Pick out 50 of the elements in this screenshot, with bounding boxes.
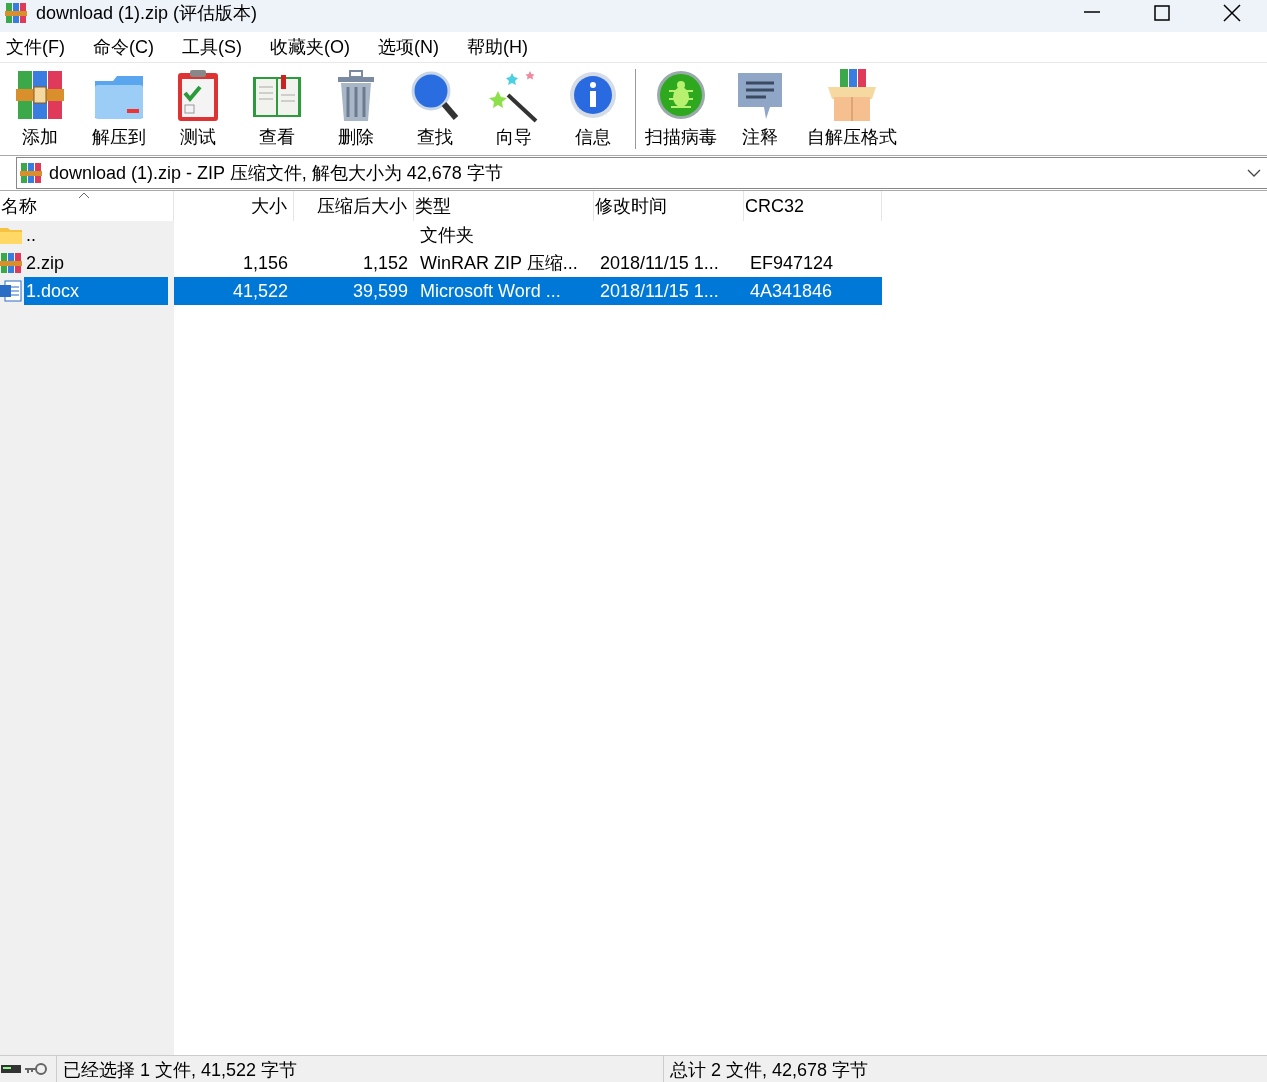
column-header[interactable]: 压缩后大小 [294,191,414,221]
menu-item[interactable]: 选项(N) [372,35,450,59]
toolbar-button[interactable]: 信息 [553,67,632,149]
table-cell-text: 1,152 [361,251,409,275]
drive-icon [0,1063,22,1075]
table-cell: Microsoft Word ... [414,277,594,305]
close-icon[interactable] [1220,4,1244,22]
menu-item[interactable]: 收藏夹(O) [264,35,361,59]
column-header[interactable]: 类型 [414,191,594,221]
menu-item[interactable]: 命令(C) [87,35,165,59]
file-name[interactable]: .. [24,221,40,249]
archive-books-icon [0,252,22,274]
table-cell-text: WinRAR ZIP 压缩... [419,252,579,275]
column-header[interactable]: 大小 [174,191,294,221]
table-cell: 2018/11/15 1... [594,277,744,305]
file-name[interactable]: 1.docx [24,277,168,305]
word-document-icon [0,280,22,302]
menu-item[interactable]: 工具(S) [176,35,253,59]
menu-item[interactable]: 帮助(H) [461,35,539,59]
toolbar-button[interactable]: 自解压格式 [799,67,905,149]
address-field[interactable]: download (1).zip - ZIP 压缩文件, 解包大小为 42,678 字节 [16,157,1267,189]
table-cell-text: 2018/11/15 1... [599,251,720,275]
box-with-books-icon [826,67,878,123]
dropdown-caret-icon [1247,168,1261,178]
toolbar-button[interactable]: 解压到 [79,67,158,149]
file-name[interactable]: 2.zip [24,249,69,277]
menu-item[interactable]: 文件(F) [0,35,76,59]
key-icon [24,1062,48,1076]
column-header[interactable]: 修改时间 [594,191,744,221]
window-title: download (1).zip (评估版本) [36,2,258,25]
status-text: 已经选择 1 文件, 41,522 字节 [63,1059,298,1082]
table-cell-text: 1,156 [241,251,289,275]
table-cell-text: EF947124 [749,251,835,275]
toolbar-button[interactable]: 向导 [474,67,553,149]
column-header[interactable]: 名称 [0,191,174,221]
column-header[interactable]: CRC32 [744,191,882,221]
toolbar-button[interactable]: 注释 [720,67,799,149]
archive-books-icon [19,162,43,184]
toolbar-button[interactable]: 删除 [316,67,395,149]
toolbar-button[interactable]: 添加 [0,67,79,149]
table-cell: 4A341846 [744,277,882,305]
status-text: 总计 2 文件, 42,678 字节 [670,1059,869,1082]
table-cell: 39,599 [294,277,414,305]
toolbar-button[interactable]: 查找 [395,67,474,149]
table-cell-text: 文件夹 [419,224,475,247]
table-cell: 41,522 [174,277,294,305]
toolbar-button[interactable]: 查看 [237,67,316,149]
toolbar-button[interactable]: 测试 [158,67,237,149]
toolbar-button[interactable]: 扫描病毒 [641,67,720,149]
archive-books-icon [4,1,28,25]
